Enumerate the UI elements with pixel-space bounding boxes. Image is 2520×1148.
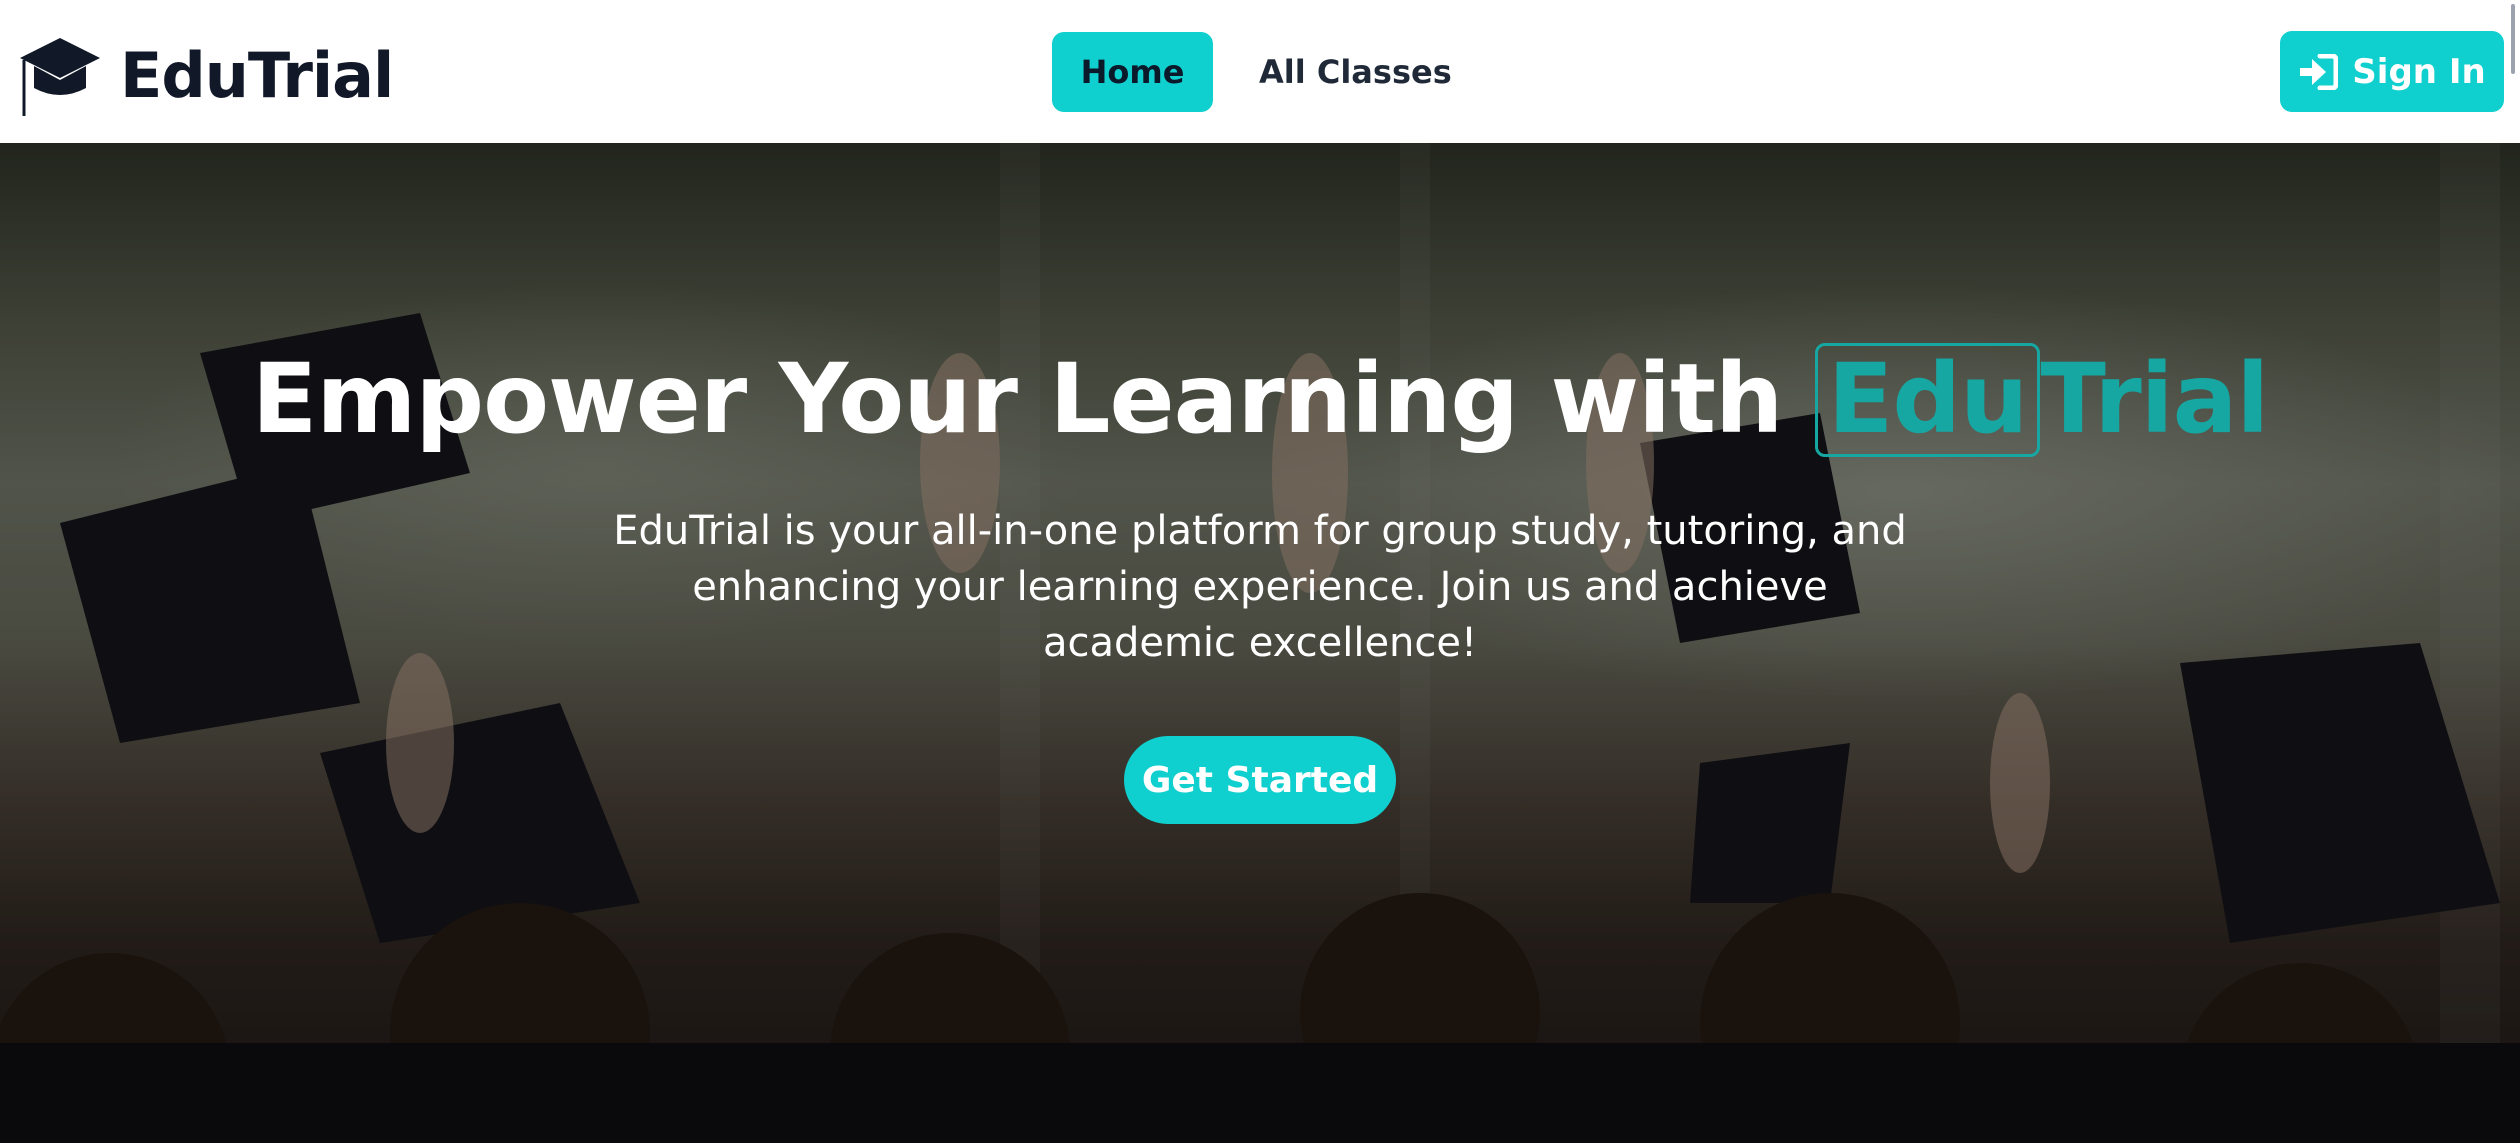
get-started-button[interactable]: Get Started: [1124, 736, 1396, 824]
hero-title-prefix: Empower Your Learning with: [251, 343, 1784, 455]
sign-in-icon: [2298, 53, 2339, 90]
hero-title: Empower Your Learning with Edu Trial: [0, 343, 2520, 457]
nav-all-classes[interactable]: All Classes: [1241, 32, 1470, 112]
page-bottom-divider: [0, 1143, 2520, 1148]
hero-title-brand-trial: Trial: [2040, 343, 2269, 455]
graduation-cap-icon: [20, 30, 100, 120]
hero-banner: Empower Your Learning with Edu Trial EduT…: [0, 143, 2520, 1143]
hero-content: Empower Your Learning with Edu Trial EduT…: [0, 143, 2520, 1143]
brand-name: EduTrial: [120, 38, 394, 112]
main-nav: Home All Classes: [1052, 32, 1470, 112]
sign-in-label: Sign In: [2352, 51, 2486, 92]
hero-subtitle: EduTrial is your all-in-one platform for…: [613, 508, 1907, 666]
scrollbar-indicator[interactable]: [2511, 4, 2515, 74]
brand-logo[interactable]: EduTrial: [20, 30, 394, 120]
hero-title-brand-edu: Edu: [1814, 343, 2041, 457]
nav-home[interactable]: Home: [1052, 32, 1213, 112]
sign-in-button[interactable]: Sign In: [2280, 31, 2504, 112]
navbar: EduTrial Home All Classes Sign In: [0, 0, 2520, 143]
